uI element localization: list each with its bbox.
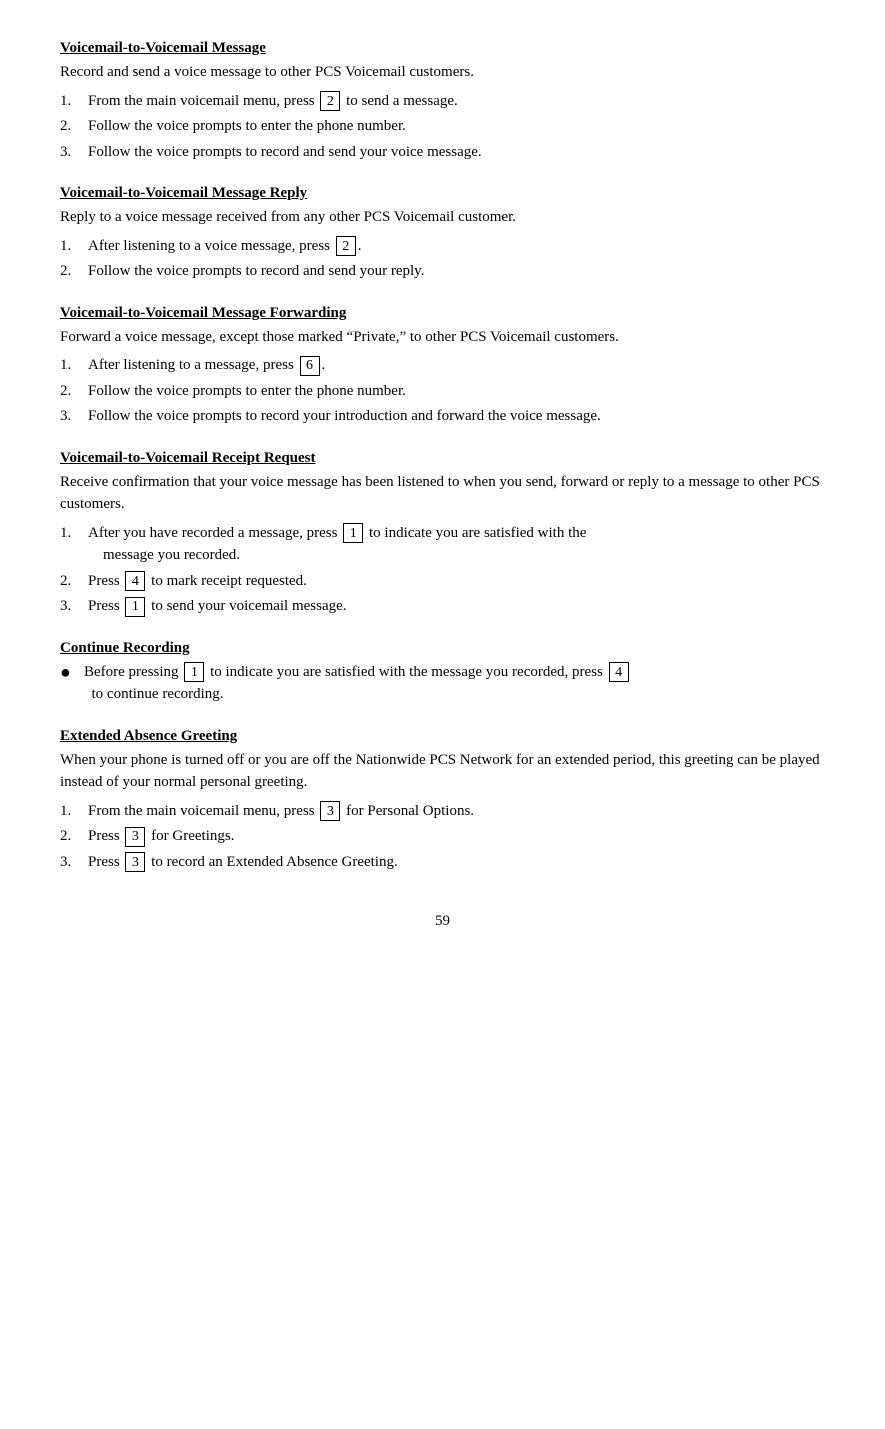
list-content: From the main voicemail menu, press 2 to… <box>88 90 825 113</box>
list-num: 1. <box>60 522 88 545</box>
key-4: 4 <box>609 662 629 682</box>
key-3: 3 <box>125 852 145 872</box>
list-num: 2. <box>60 825 88 848</box>
list-3: 1. After listening to a message, press 6… <box>60 354 825 428</box>
section-desc-6: When your phone is turned off or you are… <box>60 749 825 794</box>
key-4: 4 <box>125 571 145 591</box>
bullet-list: ● Before pressing 1 to indicate you are … <box>60 661 825 706</box>
list-item: 3. Press 3 to record an Extended Absence… <box>60 851 825 874</box>
list-item: 1. From the main voicemail menu, press 3… <box>60 800 825 823</box>
section-desc-1: Record and send a voice message to other… <box>60 61 825 84</box>
key-3: 3 <box>125 827 145 847</box>
section-title-3: Voicemail-to-Voicemail Message Forwardin… <box>60 305 825 322</box>
list-6: 1. From the main voicemail menu, press 3… <box>60 800 825 874</box>
section-title-1: Voicemail-to-Voicemail Message <box>60 40 825 57</box>
list-content: Before pressing 1 to indicate you are sa… <box>84 661 825 706</box>
list-content: Follow the voice prompts to enter the ph… <box>88 115 825 138</box>
key-1: 1 <box>184 662 204 682</box>
list-item: 3. Press 1 to send your voicemail messag… <box>60 595 825 618</box>
section-desc-2: Reply to a voice message received from a… <box>60 206 825 229</box>
list-num: 2. <box>60 380 88 403</box>
list-item: 2. Press 3 for Greetings. <box>60 825 825 848</box>
section-receipt-request: Voicemail-to-Voicemail Receipt Request R… <box>60 450 825 618</box>
list-1: 1. From the main voicemail menu, press 2… <box>60 90 825 164</box>
list-item: 1. After listening to a message, press 6… <box>60 354 825 377</box>
list-content: Press 1 to send your voicemail message. <box>88 595 825 618</box>
key-2: 2 <box>336 236 356 256</box>
bullet-dot: ● <box>60 661 84 684</box>
key-1: 1 <box>343 523 363 543</box>
page-number: 59 <box>60 913 825 930</box>
list-content: From the main voicemail menu, press 3 fo… <box>88 800 825 823</box>
list-num: 1. <box>60 800 88 823</box>
list-num: 1. <box>60 354 88 377</box>
list-num: 3. <box>60 141 88 164</box>
list-content: Press 3 for Greetings. <box>88 825 825 848</box>
list-num: 2. <box>60 115 88 138</box>
list-num: 2. <box>60 260 88 283</box>
section-title-2: Voicemail-to-Voicemail Message Reply <box>60 185 825 202</box>
list-num: 3. <box>60 851 88 874</box>
list-content: Follow the voice prompts to record and s… <box>88 260 825 283</box>
list-num: 1. <box>60 90 88 113</box>
list-item: 1. After you have recorded a message, pr… <box>60 522 825 567</box>
list-content: Follow the voice prompts to enter the ph… <box>88 380 825 403</box>
list-item: 3. Follow the voice prompts to record yo… <box>60 405 825 428</box>
section-desc-4: Receive confirmation that your voice mes… <box>60 471 825 516</box>
list-num: 2. <box>60 570 88 593</box>
list-num: 1. <box>60 235 88 258</box>
list-item: 2. Press 4 to mark receipt requested. <box>60 570 825 593</box>
section-continue-recording: Continue Recording ● Before pressing 1 t… <box>60 640 825 706</box>
list-content: After listening to a message, press 6. <box>88 354 825 377</box>
page-content: Voicemail-to-Voicemail Message Record an… <box>60 40 825 930</box>
key-3: 3 <box>320 801 340 821</box>
list-item: 2. Follow the voice prompts to enter the… <box>60 380 825 403</box>
section-voicemail-forwarding: Voicemail-to-Voicemail Message Forwardin… <box>60 305 825 428</box>
list-item: 3. Follow the voice prompts to record an… <box>60 141 825 164</box>
section-voicemail-reply: Voicemail-to-Voicemail Message Reply Rep… <box>60 185 825 283</box>
list-num: 3. <box>60 405 88 428</box>
section-title-6: Extended Absence Greeting <box>60 728 825 745</box>
list-content: Follow the voice prompts to record and s… <box>88 141 825 164</box>
list-content: Press 4 to mark receipt requested. <box>88 570 825 593</box>
list-item: 1. From the main voicemail menu, press 2… <box>60 90 825 113</box>
list-content: After listening to a voice message, pres… <box>88 235 825 258</box>
section-extended-absence: Extended Absence Greeting When your phon… <box>60 728 825 874</box>
list-num: 3. <box>60 595 88 618</box>
list-content: Press 3 to record an Extended Absence Gr… <box>88 851 825 874</box>
section-voicemail-to-voicemail-message: Voicemail-to-Voicemail Message Record an… <box>60 40 825 163</box>
section-title-5: Continue Recording <box>60 640 825 657</box>
list-content: Follow the voice prompts to record your … <box>88 405 825 428</box>
section-title-4: Voicemail-to-Voicemail Receipt Request <box>60 450 825 467</box>
key-1: 1 <box>125 597 145 617</box>
list-content: After you have recorded a message, press… <box>88 522 825 567</box>
key-6: 6 <box>300 356 320 376</box>
list-item: 2. Follow the voice prompts to enter the… <box>60 115 825 138</box>
list-4: 1. After you have recorded a message, pr… <box>60 522 825 618</box>
key-2: 2 <box>320 91 340 111</box>
list-item: 1. After listening to a voice message, p… <box>60 235 825 258</box>
list-item: 2. Follow the voice prompts to record an… <box>60 260 825 283</box>
section-desc-3: Forward a voice message, except those ma… <box>60 326 825 349</box>
list-2: 1. After listening to a voice message, p… <box>60 235 825 283</box>
list-item: ● Before pressing 1 to indicate you are … <box>60 661 825 706</box>
